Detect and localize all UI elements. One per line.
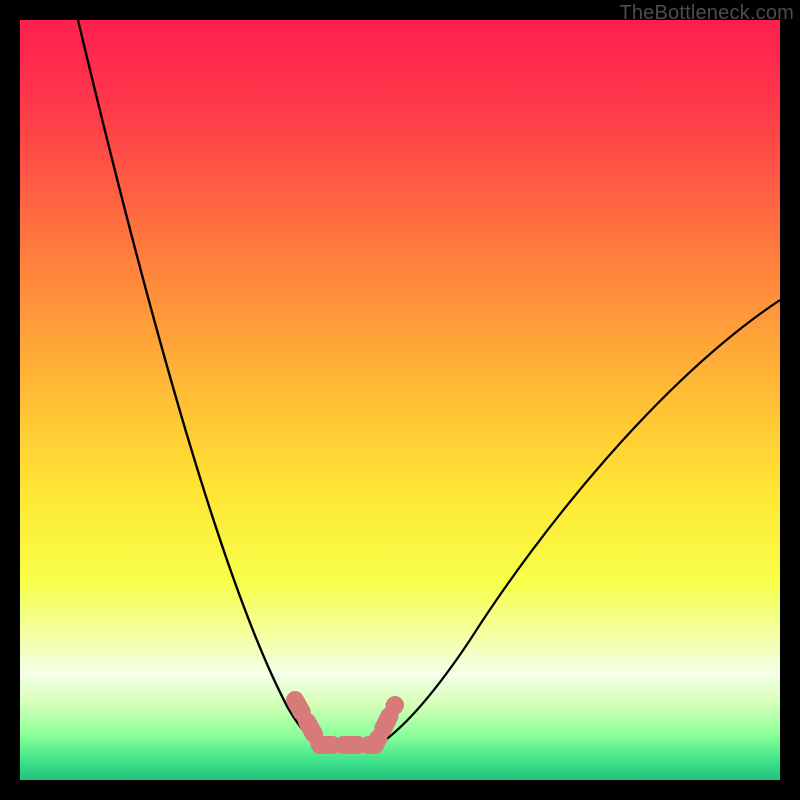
- series-left-curve: [78, 20, 318, 744]
- series-right-curve: [380, 300, 780, 744]
- series-group: [78, 20, 780, 745]
- chart-curves-layer: [20, 20, 780, 780]
- series-marker-band: [295, 700, 395, 745]
